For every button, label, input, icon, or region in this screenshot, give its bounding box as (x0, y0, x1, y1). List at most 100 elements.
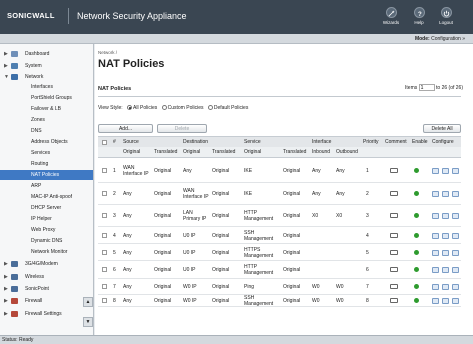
row-checkbox[interactable] (102, 233, 107, 238)
collapse-arrow-icon[interactable]: ▶ (4, 272, 8, 282)
scroll-up-arrow-icon[interactable]: ▲ (83, 297, 93, 307)
comment-icon[interactable] (390, 233, 398, 238)
table-row[interactable]: 5 Any Original U0 IP Original HTTPS Managemen… (98, 244, 461, 261)
stats-icon[interactable] (432, 168, 439, 174)
table-row[interactable]: 8 Any Original W0 IP Original SSH Management O… (98, 295, 461, 307)
edit-icon[interactable] (442, 250, 449, 256)
col-outbound[interactable]: Outbound (336, 147, 358, 158)
enabled-check-icon[interactable] (414, 233, 419, 238)
enabled-check-icon[interactable] (414, 284, 419, 289)
sidebar-item-dhcp-server[interactable]: DHCP Server (0, 203, 93, 213)
collapse-arrow-icon[interactable]: ▶ (4, 61, 8, 71)
default-policies-radio[interactable] (207, 105, 213, 110)
edit-icon[interactable] (442, 213, 449, 219)
enabled-check-icon[interactable] (414, 298, 419, 303)
comment-icon[interactable] (390, 250, 398, 255)
sidebar-item-interfaces[interactable]: Interfaces (0, 82, 93, 92)
scroll-down-arrow-icon[interactable]: ▼ (83, 317, 93, 327)
table-row[interactable]: 4 Any Original U0 IP Original SSH Management O… (98, 227, 461, 244)
col-svc-translated[interactable]: Translated (283, 147, 306, 158)
delete-icon[interactable] (452, 213, 459, 219)
sidebar-item-dynamic-dns[interactable]: Dynamic DNS (0, 236, 93, 246)
enabled-check-icon[interactable] (414, 267, 419, 272)
sidebar-item-3g-4g-modem[interactable]: ▶ 3G/4G/Modem (0, 259, 93, 269)
col-dst-original[interactable]: Original (183, 147, 200, 158)
mode-toggle[interactable]: Mode: Configuration » (415, 36, 465, 42)
delete-icon[interactable] (452, 284, 459, 290)
edit-icon[interactable] (442, 284, 449, 290)
table-row[interactable]: 3 Any Original LAN Primary IP Original HTTP M… (98, 205, 461, 227)
stats-icon[interactable] (432, 213, 439, 219)
collapse-arrow-icon[interactable]: ▶ (4, 259, 8, 269)
edit-icon[interactable] (442, 191, 449, 197)
table-row[interactable]: 1 WAN Interface IP Original Any Original IKE O… (98, 159, 461, 183)
sidebar-item-address-objects[interactable]: Address Objects (0, 137, 93, 147)
delete-icon[interactable] (452, 168, 459, 174)
comment-icon[interactable] (390, 213, 398, 218)
help-button[interactable]: ? Help (406, 7, 432, 29)
custom-policies-label[interactable]: Custom Policies (168, 105, 204, 111)
enabled-check-icon[interactable] (414, 213, 419, 218)
row-checkbox[interactable] (102, 267, 107, 272)
comment-icon[interactable] (390, 168, 398, 173)
stats-icon[interactable] (432, 298, 439, 304)
delete-icon[interactable] (452, 250, 459, 256)
sidebar-item-zones[interactable]: Zones (0, 115, 93, 125)
comment-icon[interactable] (390, 284, 398, 289)
col-src-translated[interactable]: Translated (154, 147, 177, 158)
comment-icon[interactable] (390, 298, 398, 303)
custom-policies-radio[interactable] (161, 105, 167, 110)
sidebar-item-nat-policies[interactable]: NAT Policies (0, 170, 93, 180)
sidebar-item-network[interactable]: ▼ Network (0, 72, 93, 82)
table-row[interactable]: 7 Any Original W0 IP Original Ping Original W0 W… (98, 279, 461, 295)
sidebar-item-system[interactable]: ▶ System (0, 61, 93, 71)
select-all-checkbox[interactable] (102, 140, 107, 145)
sidebar-item-failover-lb[interactable]: Failover & LB (0, 104, 93, 114)
sidebar-item-firewall[interactable]: ▶ Firewall (0, 296, 93, 306)
col-dst-translated[interactable]: Translated (212, 147, 235, 158)
enabled-check-icon[interactable] (414, 191, 419, 196)
row-checkbox[interactable] (102, 168, 107, 173)
col-src-original[interactable]: Original (123, 147, 140, 158)
add-button[interactable]: Add... (98, 124, 153, 133)
delete-button[interactable]: Delete (157, 124, 207, 133)
sidebar-scroll[interactable]: ▲ ▼ (83, 297, 93, 327)
stats-icon[interactable] (432, 267, 439, 273)
all-policies-radio[interactable] (127, 105, 133, 110)
sidebar-item-dns[interactable]: DNS (0, 126, 93, 136)
stats-icon[interactable] (432, 284, 439, 290)
wizards-button[interactable]: Wizards (378, 7, 404, 29)
sidebar-item-wireless[interactable]: ▶ Wireless (0, 272, 93, 282)
sidebar-item-routing[interactable]: Routing (0, 159, 93, 169)
items-start-input[interactable] (418, 84, 435, 91)
sidebar-item-web-proxy[interactable]: Web Proxy (0, 225, 93, 235)
collapse-arrow-icon[interactable]: ▶ (4, 296, 8, 306)
col-inbound[interactable]: Inbound (312, 147, 330, 158)
all-policies-label[interactable]: All Policies (133, 105, 157, 111)
row-checkbox[interactable] (102, 213, 107, 218)
enabled-check-icon[interactable] (414, 168, 419, 173)
breadcrumb[interactable]: Network / (98, 50, 117, 55)
delete-icon[interactable] (452, 233, 459, 239)
stats-icon[interactable] (432, 191, 439, 197)
edit-icon[interactable] (442, 233, 449, 239)
sidebar-item-portshield-groups[interactable]: PortShield Groups (0, 93, 93, 103)
comment-icon[interactable] (390, 267, 398, 272)
delete-icon[interactable] (452, 298, 459, 304)
sidebar-item-dashboard[interactable]: ▶ Dashboard (0, 49, 93, 59)
collapse-arrow-icon[interactable]: ▶ (4, 309, 8, 319)
sidebar-item-mac-ip-anti-spoof[interactable]: MAC-IP Anti-spoof (0, 192, 93, 202)
row-checkbox[interactable] (102, 298, 107, 303)
row-checkbox[interactable] (102, 250, 107, 255)
delete-icon[interactable] (452, 191, 459, 197)
sidebar-item-firewall-settings[interactable]: ▶ Firewall Settings (0, 309, 93, 319)
row-checkbox[interactable] (102, 284, 107, 289)
sidebar-item-arp[interactable]: ARP (0, 181, 93, 191)
collapse-arrow-icon[interactable]: ▶ (4, 49, 8, 59)
logout-button[interactable]: Logout (433, 7, 459, 29)
expand-arrow-icon[interactable]: ▼ (4, 72, 9, 82)
stats-icon[interactable] (432, 233, 439, 239)
stats-icon[interactable] (432, 250, 439, 256)
collapse-arrow-icon[interactable]: ▶ (4, 284, 8, 294)
table-row[interactable]: 6 Any Original U0 IP Original HTTP Management… (98, 261, 461, 279)
